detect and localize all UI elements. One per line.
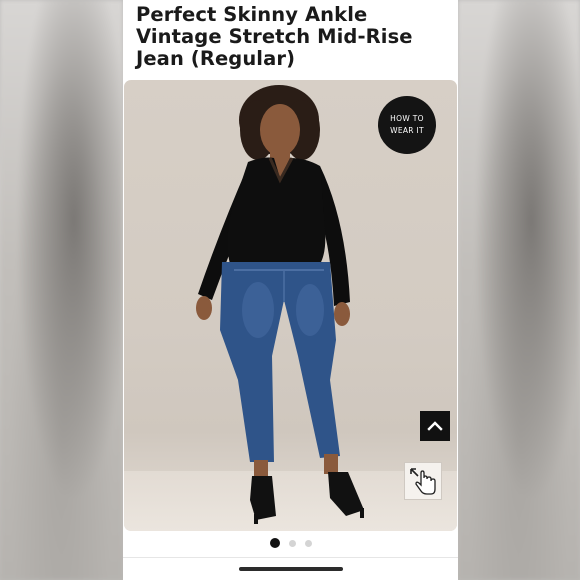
how-to-wear-it-button[interactable]: HOW TO WEAR IT: [378, 96, 436, 154]
carousel-dot-1[interactable]: [269, 538, 280, 548]
chevron-up-icon: [427, 421, 443, 431]
pinch-zoom-icon: [410, 468, 436, 495]
carousel-dot-3[interactable]: [304, 539, 312, 547]
divider: [123, 557, 458, 558]
carousel-dot-2[interactable]: [288, 539, 296, 547]
blurred-backdrop-left: [0, 0, 123, 580]
product-title: Perfect Skinny Ankle Vintage Stretch Mid…: [136, 3, 413, 70]
zoom-button[interactable]: [404, 462, 442, 500]
how-to-wear-it-label: HOW TO WEAR IT: [390, 114, 424, 135]
product-image[interactable]: HOW TO WEAR IT: [124, 80, 457, 531]
carousel-indicator: [123, 538, 458, 548]
product-page: Perfect Skinny Ankle Vintage Stretch Mid…: [123, 0, 458, 580]
blurred-backdrop-right: [458, 0, 580, 580]
back-to-top-button[interactable]: [420, 411, 450, 441]
home-indicator[interactable]: [239, 567, 343, 571]
